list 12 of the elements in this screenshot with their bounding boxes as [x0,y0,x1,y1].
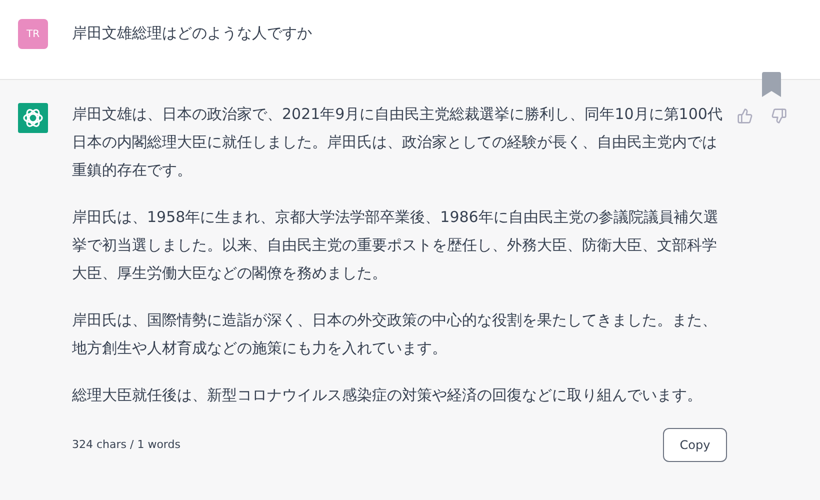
answer-paragraph: 岸田氏は、国際情勢に造詣が深く、日本の外交政策の中心的な役割を果たしてきました。また、地方創生や人材育成などの施策にも力を入れています。 [72,310,718,359]
thumbs-up-icon[interactable] [737,108,753,124]
answer-paragraph: 岸田氏は、1958年に生まれ、京都大学法学部卒業後、1986年に自由民主党の参議院議員補欠選挙で初当選しました。以来、自由民主党の重要ポストを歴任し、外務大臣、防衛大臣、文部科学大臣、厚生労働大臣などの閣僚を務めました。 [72,207,720,284]
user-avatar: TR [18,19,48,49]
thumbs-down-icon[interactable] [771,108,787,124]
answer-paragraph: 岸田文雄は、日本の政治家で、2021年9月に自由民主党総裁選挙に勝利し、同年10月に第100代日本の内閣総理大臣に就任しました。岸田氏は、政治家としての経験が長く、自由民主党内では重鎮的存在です。 [72,104,724,181]
bookmark-icon [762,72,781,97]
answer-paragraph: 総理大臣就任後は、新型コロナウイルス感染症の対策や経済の回復などに取り組んでいます。 [72,385,703,406]
copy-button[interactable]: Copy [663,428,727,462]
user-message: 岸田文雄総理はどのような人ですか [72,23,312,44]
assistant-avatar [18,103,48,133]
character-count: 324 chars / 1 words [72,436,180,453]
